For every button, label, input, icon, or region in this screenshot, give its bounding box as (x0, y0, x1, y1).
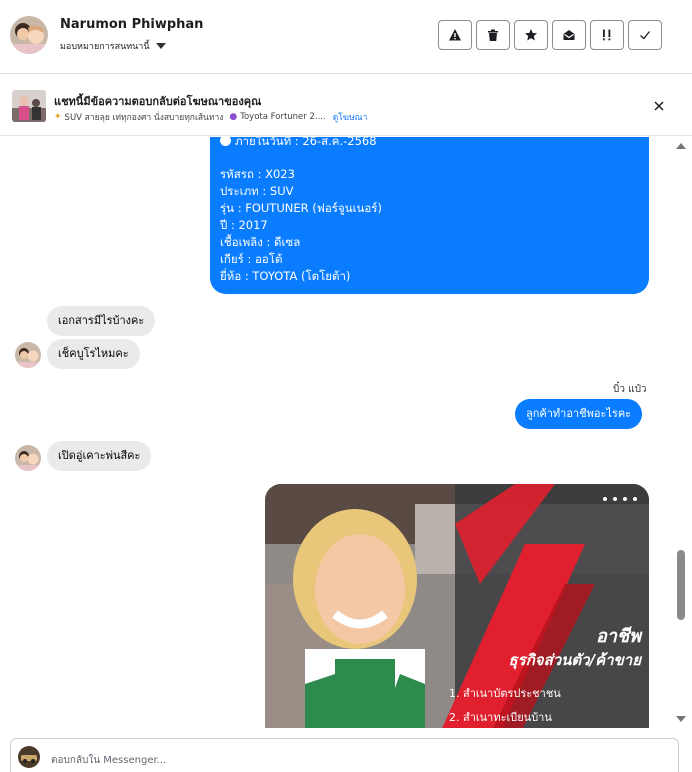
card-line-gear: เกียร์ : ออโต้ (220, 252, 283, 266)
mark-done-button[interactable] (628, 20, 662, 50)
contact-avatar[interactable] (10, 16, 48, 54)
poster-item-2: 2. สำเนาทะเบียนบ้าน (449, 711, 552, 724)
card-blank-line (220, 150, 639, 166)
view-ad-link[interactable]: ดูโฆษณา (333, 110, 368, 124)
contact-small-avatar (15, 445, 41, 471)
incoming-message[interactable]: เอกสารมีไรบ้างคะ (47, 306, 156, 336)
scrollbar-thumb[interactable] (677, 550, 685, 620)
sender-name: บิ๋ว แป๋ว (613, 384, 647, 395)
outgoing-message[interactable]: ลูกค้าทำอาชีพอะไรคะ (515, 399, 643, 429)
card-line-model: รุ่น : FOUTUNER (ฟอร์จูนเนอร์) (220, 201, 382, 215)
done-icon (640, 31, 651, 40)
ad-reply-banner: แชทนี้มีข้อความตอบกลับต่อโฆษณาของคุณ ✦ S… (0, 74, 692, 136)
clock-icon (220, 137, 231, 146)
assign-label: มอบหมายการสนทนานี้ (60, 42, 150, 52)
card-line-code: รหัสรถ : X023 (220, 167, 295, 181)
ad-reply-title: แชทนี้มีข้อความตอบกลับต่อโฆษณาของคุณ (54, 95, 262, 108)
close-icon (654, 101, 664, 111)
person-icon: ● (229, 112, 238, 122)
priority-button[interactable] (590, 20, 624, 50)
mark-unread-button[interactable] (552, 20, 586, 50)
card-line-type: ประเภท : SUV (220, 184, 294, 198)
header-actions (438, 20, 662, 50)
page-avatar (18, 746, 40, 768)
star-button[interactable] (514, 20, 548, 50)
ad-reply-subtitle: ✦ SUV สายลุย เท่ทุกองศา นั่งสบายทุกเส้นท… (54, 110, 367, 124)
scroll-up-arrow-icon[interactable] (676, 143, 686, 149)
trash-icon (488, 29, 498, 41)
thread-scrollbar[interactable] (676, 137, 692, 728)
outgoing-image-message[interactable]: อาชีพ ธุรกิจส่วนตัว/ค้าขาย 1. สำเนาบัตรป… (265, 484, 649, 728)
card-line-year: ปี : 2017 (220, 218, 268, 232)
caret-down-icon (155, 43, 166, 49)
reply-composer[interactable]: ตอบกลับใน Messenger... (10, 738, 679, 772)
reply-input-placeholder[interactable]: ตอบกลับใน Messenger... (51, 753, 166, 768)
message-thread[interactable]: ภายในวันที่ : 26-ส.ค.-2568 รหัสรถ : X023… (0, 137, 676, 728)
poster-item-1: 1. สำเนาบัตรประชาชน (449, 687, 561, 700)
card-line-date: ภายในวันที่ : 26-ส.ค.-2568 (220, 137, 639, 150)
sparkle-icon: ✦ (54, 112, 62, 122)
card-line-fuel: เชื้อเพลิง : ดีเซล (220, 235, 301, 249)
outgoing-car-details-message: ภายในวันที่ : 26-ส.ค.-2568 รหัสรถ : X023… (210, 137, 649, 294)
star-icon (525, 29, 537, 41)
card-date-text: ภายในวันที่ : 26-ส.ค.-2568 (235, 137, 377, 148)
ad-thumbnail[interactable] (12, 90, 46, 122)
conversation-header: Narumon Phiwphan มอบหมายการสนทนานี้ (0, 0, 692, 74)
delete-button[interactable] (476, 20, 510, 50)
poster-subheading: ธุรกิจส่วนตัว/ค้าขาย (509, 651, 643, 670)
incoming-message[interactable]: เปิดอู่เคาะพ่นสีคะ (47, 441, 152, 471)
contact-name[interactable]: Narumon Phiwphan (60, 17, 203, 32)
warning-icon (449, 29, 461, 41)
poster-heading: อาชีพ (596, 626, 643, 647)
close-banner-button[interactable] (651, 98, 667, 114)
ad-headline: SUV สายลุย เท่ทุกองศา นั่งสบายทุกเส้นทาง (64, 113, 224, 123)
mark-unread-icon (563, 30, 575, 40)
occupation-poster-image: อาชีพ ธุรกิจส่วนตัว/ค้าขาย 1. สำเนาบัตรป… (265, 484, 649, 728)
incoming-message[interactable]: เช็คบูโรไหมคะ (47, 339, 140, 369)
assign-conversation-dropdown[interactable]: มอบหมายการสนทนานี้ (60, 39, 166, 53)
card-line-brand: ยี่ห้อ : TOYOTA (โตโยต้า) (220, 269, 351, 283)
scroll-down-arrow-icon[interactable] (676, 716, 686, 722)
report-spam-button[interactable] (438, 20, 472, 50)
priority-icon (603, 29, 611, 41)
ad-headline-2: Toyota Fortuner 2.... (240, 112, 326, 122)
contact-small-avatar (15, 342, 41, 368)
